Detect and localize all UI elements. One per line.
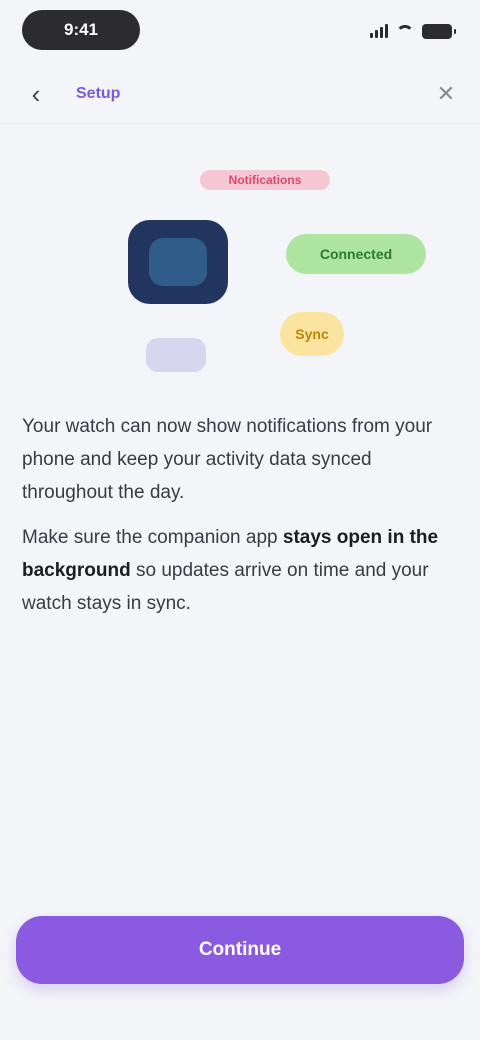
nav-bar: ‹ Setup ✕	[0, 64, 480, 124]
status-icons	[370, 20, 456, 42]
close-button[interactable]: ✕	[428, 76, 464, 112]
connected-badge: Connected	[286, 234, 426, 274]
back-button[interactable]: ‹	[18, 76, 54, 112]
illustration-header-label: Notifications	[200, 170, 330, 190]
content: Your watch can now show notifications fr…	[22, 410, 458, 632]
watch-screen	[149, 238, 207, 286]
status-bar: 9:41	[0, 0, 480, 64]
battery-icon	[422, 23, 456, 39]
continue-button[interactable]: Continue	[16, 916, 464, 984]
wifi-icon	[396, 25, 414, 37]
status-time: 9:41	[22, 10, 140, 50]
description-paragraph-2: Make sure the companion app stays open i…	[22, 521, 458, 620]
setup-illustration: Notifications Connected Sync	[100, 150, 440, 390]
signal-icon	[370, 24, 388, 38]
nav-title: Setup	[76, 85, 121, 102]
sync-badge: Sync	[280, 312, 344, 356]
watch-strap	[146, 338, 206, 372]
chevron-left-icon: ‹	[31, 78, 41, 109]
watch-illustration	[128, 220, 228, 304]
paragraph-2-prefix: Make sure the companion app	[22, 527, 283, 548]
description-paragraph-1: Your watch can now show notifications fr…	[22, 416, 433, 503]
close-icon: ✕	[436, 81, 456, 106]
